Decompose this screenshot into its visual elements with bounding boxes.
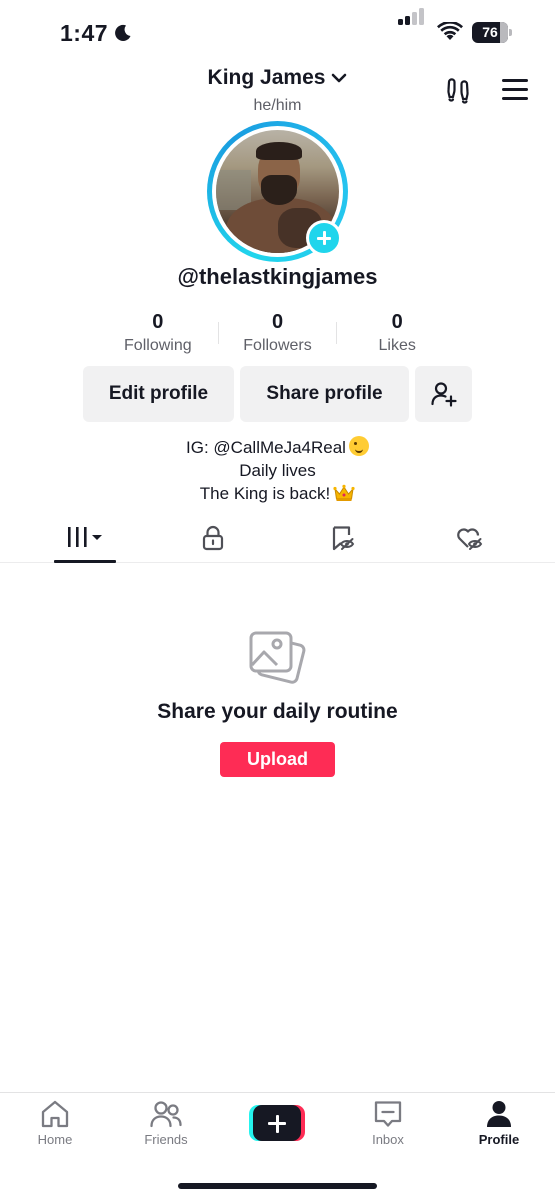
tab-favorites[interactable] [311,516,373,562]
nav-label: Home [37,1132,73,1147]
grid-icon [68,527,102,547]
hamburger-menu-icon[interactable] [502,79,528,101]
nav-profile[interactable]: Profile [454,1099,544,1155]
stat-label: Likes [378,337,416,354]
username: @thelastkingjames [177,264,378,289]
moon-icon [115,24,131,41]
crown-emoji-icon [333,484,355,501]
nav-label: Profile [478,1132,520,1147]
profile-bio: IG: @CallMeJa4Real Daily lives The King … [0,436,555,505]
stat-likes[interactable]: 0 Likes [337,310,457,360]
display-name: King James [207,66,326,89]
stat-value: 0 [152,311,164,333]
wifi-icon [437,22,463,40]
stat-value: 0 [271,311,284,333]
stat-label: Following [124,337,192,354]
account-switcher[interactable]: King James [208,66,348,90]
active-tab-indicator [54,560,116,563]
add-friend-button[interactable] [415,366,472,422]
nav-home[interactable]: Home [10,1099,100,1155]
heart-hidden-icon [457,528,483,550]
home-icon [41,1100,69,1128]
lock-icon [202,525,224,551]
status-time: 1:47 [60,20,109,46]
nav-label: Inbox [372,1132,404,1147]
upload-button[interactable]: Upload [220,742,335,777]
add-avatar-button[interactable] [306,220,342,256]
tab-private[interactable] [182,516,244,562]
inbox-icon [374,1101,402,1127]
bio-line: Daily lives [239,461,316,480]
nav-friends[interactable]: Friends [121,1099,211,1155]
home-indicator[interactable] [178,1183,377,1189]
profile-icon [487,1101,511,1127]
stat-divider [217,322,219,344]
nav-label: Friends [144,1132,188,1147]
stat-value: 0 [391,311,403,333]
bio-line: IG: @CallMeJa4Real [0,436,555,459]
friends-icon [150,1101,182,1128]
edit-profile-button[interactable]: Edit profile [83,366,234,422]
stat-followers[interactable]: 0 Followers [217,310,338,360]
profile-content-tabs [0,516,555,563]
bookmark-hidden-icon [332,526,355,551]
share-profile-button[interactable]: Share profile [240,366,409,422]
photo-stack-icon [249,631,306,684]
footprints-icon[interactable] [444,76,472,104]
chevron-down-icon [332,73,347,83]
tab-liked[interactable] [439,516,501,562]
create-post-button[interactable] [249,1105,305,1141]
bio-line-text: IG: @CallMeJa4Real [186,438,346,457]
tab-videos[interactable] [54,516,116,562]
stat-following[interactable]: 0 Following [98,310,218,360]
add-friend-icon [431,382,457,407]
winking-face-emoji-icon [348,436,369,456]
bio-line-text: The King is back! [199,484,331,503]
battery-icon: 76 [472,22,512,43]
profile-stats: 0 Following 0 Followers 0 Likes [98,310,457,360]
empty-state-title: Share your daily routine [157,700,398,723]
bio-line: The King is back! [0,482,555,505]
nav-inbox[interactable]: Inbox [343,1099,433,1155]
stat-label: Followers [243,337,312,354]
battery-level: 76 [482,24,498,40]
status-bar: 1:47 76 [0,0,555,66]
